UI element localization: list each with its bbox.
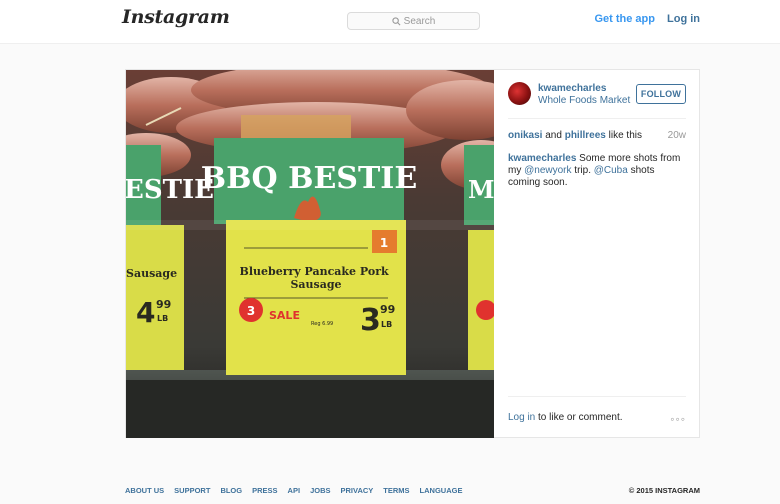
sale-label: SALE: [269, 309, 300, 322]
footer-link-privacy[interactable]: PRIVACY: [341, 486, 374, 495]
post-username[interactable]: kwamecharles: [538, 83, 606, 94]
mention-newyork[interactable]: @newyork: [524, 165, 571, 176]
caption-username[interactable]: kwamecharles: [508, 153, 576, 164]
divider: [508, 118, 686, 119]
search-icon: [392, 16, 401, 26]
login-prompt-text: to like or comment.: [538, 412, 623, 423]
footer-link-support[interactable]: SUPPORT: [174, 486, 210, 495]
login-link[interactable]: Log in: [667, 13, 700, 25]
more-options-icon[interactable]: ◦◦◦: [670, 412, 686, 426]
post-caption: kwamecharles Some more shots from my @ne…: [508, 153, 688, 189]
avatar[interactable]: [508, 82, 531, 105]
login-prompt: Log in to like or comment.: [508, 412, 623, 423]
left-price-cents: 99: [156, 298, 171, 311]
search-input[interactable]: Search: [347, 12, 480, 30]
sale-badge: 3: [247, 304, 255, 318]
left-product-text: Sausage: [126, 267, 177, 280]
footer-link-terms[interactable]: TERMS: [383, 486, 409, 495]
search-placeholder: Search: [403, 15, 436, 27]
post-location[interactable]: Whole Foods Market: [538, 95, 630, 106]
tag-number: 1: [380, 236, 388, 250]
footer: ABOUT US SUPPORT BLOG PRESS API JOBS PRI…: [125, 486, 700, 495]
left-price-unit: LB: [157, 314, 168, 323]
footer-link-api[interactable]: API: [288, 486, 301, 495]
footer-link-about[interactable]: ABOUT US: [125, 486, 164, 495]
post-photo[interactable]: ESTIE BBQ BESTIE MA Sausage 4 99 LB 1 Bl…: [126, 70, 494, 438]
price-unit: LB: [381, 320, 392, 329]
login-to-comment-link[interactable]: Log in: [508, 412, 535, 423]
footer-link-press[interactable]: PRESS: [252, 486, 277, 495]
footer-link-blog[interactable]: BLOG: [220, 486, 242, 495]
regular-price: Reg 6.99: [311, 321, 333, 327]
likes-joiner: and: [545, 130, 562, 141]
left-price-whole: 4: [136, 296, 155, 329]
footer-link-language[interactable]: LANGUAGE: [420, 486, 463, 495]
header-links: Get the app Log in: [594, 13, 700, 25]
footer-links: ABOUT US SUPPORT BLOG PRESS API JOBS PRI…: [125, 486, 462, 495]
liker-link-2[interactable]: phillrees: [565, 130, 606, 141]
top-nav-bar: Instagram Search Get the app Log in: [0, 0, 780, 44]
price-whole: 3: [360, 303, 381, 338]
price-cents: 99: [380, 303, 395, 316]
copyright: © 2015 INSTAGRAM: [628, 486, 700, 495]
follow-button[interactable]: FOLLOW: [636, 84, 686, 104]
liker-link-1[interactable]: onikasi: [508, 130, 542, 141]
right-sign-text: MA: [468, 175, 494, 204]
main-sign-text: BBQ BESTIE: [201, 161, 417, 196]
get-app-link[interactable]: Get the app: [594, 13, 655, 25]
mention-cuba[interactable]: @Cuba: [594, 165, 628, 176]
divider: [508, 396, 686, 397]
post-time[interactable]: 20w: [668, 130, 686, 141]
likes-suffix: like this: [608, 130, 642, 141]
post-sidebar: kwamecharles Whole Foods Market FOLLOW o…: [494, 70, 701, 438]
likes-line: onikasi and phillrees like this: [508, 130, 642, 141]
footer-link-jobs[interactable]: JOBS: [310, 486, 330, 495]
post-card: ESTIE BBQ BESTIE MA Sausage 4 99 LB 1 Bl…: [125, 69, 700, 438]
caption-text-2: trip.: [574, 165, 591, 176]
instagram-logo[interactable]: Instagram: [122, 6, 230, 28]
